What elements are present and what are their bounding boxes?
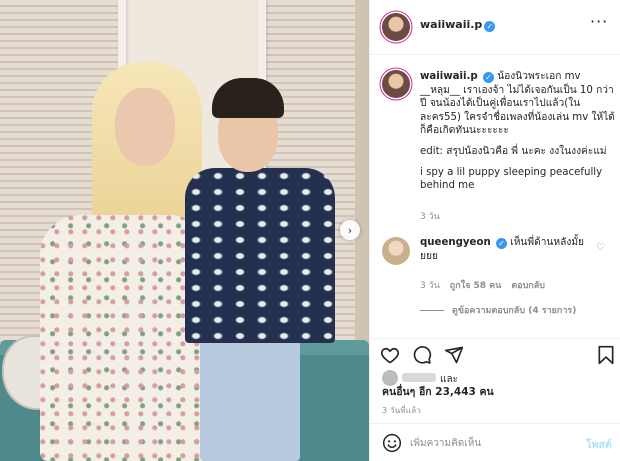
- emoji-icon[interactable]: [382, 433, 402, 453]
- comments-section: waiiwaii.p ✓ น้องนิวพระเอก mv __หลุม__ เ…: [370, 56, 620, 338]
- caption-author-avatar[interactable]: [382, 70, 410, 98]
- comment-reply-button[interactable]: ตอบกลับ: [511, 278, 545, 292]
- liker-username-redacted: [402, 373, 436, 382]
- bookmark-icon[interactable]: [596, 345, 616, 365]
- man-printed-shirt: [185, 168, 335, 343]
- view-replies-button[interactable]: ดูข้อความตอบกลับ (4 รายการ): [420, 303, 576, 317]
- woman-face: [115, 88, 175, 166]
- commenter-avatar[interactable]: [382, 237, 410, 265]
- comment-meta: 3 วัน ถูกใจ 58 คน ตอบกลับ: [420, 278, 545, 292]
- comment-composer: โพสต์: [370, 423, 620, 461]
- comment-item: queengyeon ✓ เห็นพี่ด้านหลังมั้ยยยย: [420, 236, 590, 263]
- replies-divider-line: [420, 309, 444, 311]
- view-replies-label[interactable]: ดูข้อความตอบกลับ (4 รายการ): [452, 303, 576, 317]
- verified-badge-icon: ✓: [484, 21, 496, 32]
- post-header: waiiwaii.p ✓ ···: [370, 0, 620, 55]
- post-action-bar: [370, 338, 620, 370]
- caption-edit-text: edit: สรุปน้องนิวคือ พี่ นะคะ งงในงงค่ะแ…: [420, 145, 607, 157]
- author-avatar[interactable]: [382, 13, 410, 41]
- comment-like-heart-icon[interactable]: ♡: [596, 242, 605, 253]
- comment-like-count[interactable]: ถูกใจ 58 คน: [450, 278, 502, 292]
- verified-badge-icon: ✓: [482, 72, 494, 83]
- comment-icon[interactable]: [412, 345, 432, 365]
- author-username-text[interactable]: waiiwaii.p: [420, 18, 482, 31]
- caption-username[interactable]: waiiwaii.p: [420, 71, 478, 82]
- carousel-next-icon[interactable]: ›: [340, 220, 360, 240]
- post-timestamp[interactable]: 3 วันที่แล้ว: [382, 404, 421, 417]
- man-jeans: [200, 335, 300, 461]
- caption-timestamp[interactable]: 3 วัน: [420, 209, 440, 223]
- comment-timestamp[interactable]: 3 วัน: [420, 278, 440, 292]
- caption-english-text: i spy a lil puppy sleeping peacefully be…: [420, 166, 603, 192]
- post-side-panel: waiiwaii.p ✓ ··· waiiwaii.p ✓ น้องนิวพระเ…: [369, 0, 620, 461]
- commenter-username[interactable]: queengyeon: [420, 237, 491, 248]
- author-username[interactable]: waiiwaii.p ✓: [420, 18, 496, 32]
- man-hair: [212, 78, 284, 118]
- post-comment-button[interactable]: โพสต์: [586, 436, 612, 453]
- post-caption: waiiwaii.p ✓ น้องนิวพระเอก mv __หลุม__ เ…: [420, 70, 615, 200]
- verified-badge-icon: ✓: [495, 238, 507, 249]
- likes-count[interactable]: คนอื่นๆ อีก 23,443 คน: [382, 383, 494, 400]
- comment-input[interactable]: [410, 434, 580, 452]
- share-icon[interactable]: [444, 345, 464, 365]
- post-photo[interactable]: ›: [0, 0, 369, 461]
- more-horizontal-icon[interactable]: ···: [590, 12, 608, 31]
- heart-icon[interactable]: [380, 345, 400, 365]
